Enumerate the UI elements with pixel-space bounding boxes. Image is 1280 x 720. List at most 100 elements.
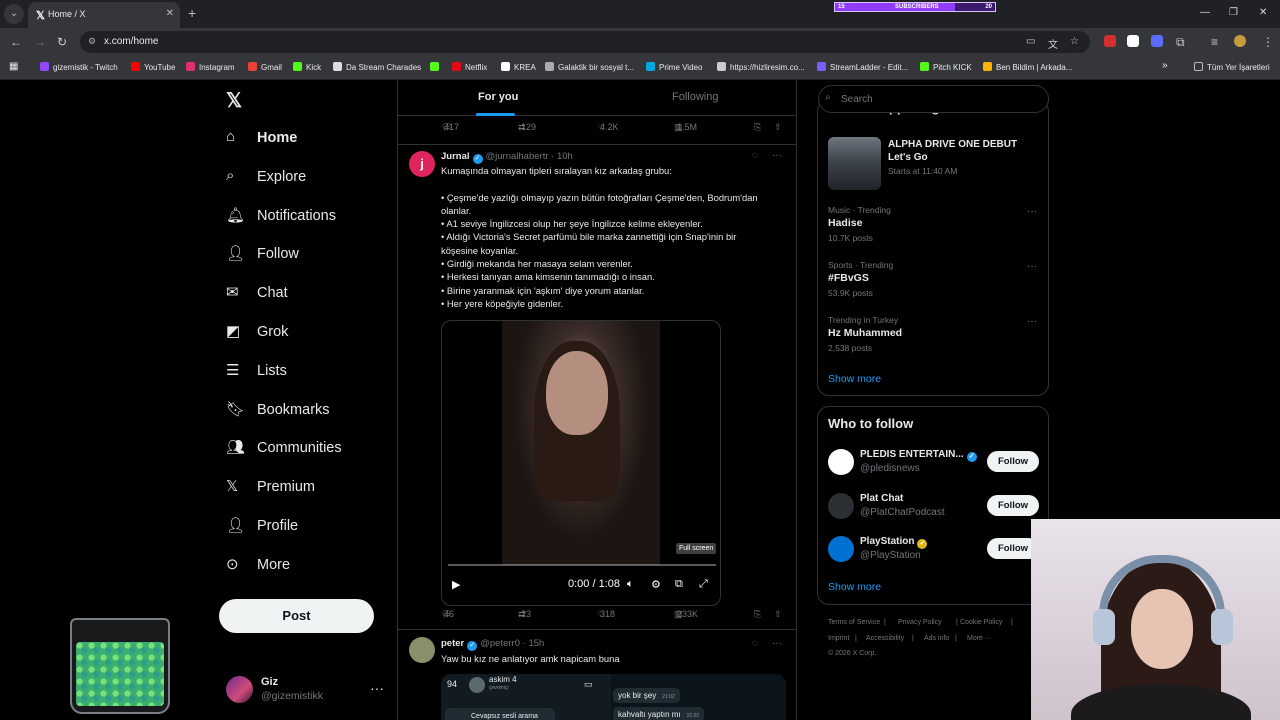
bookmark-item[interactable]: gizemistik - Twitch (40, 62, 118, 72)
bookmark-item[interactable]: Gmail (248, 62, 282, 72)
footer-link[interactable]: Privacy Policy (898, 619, 942, 626)
avatar[interactable]: j (409, 151, 435, 177)
restore-icon[interactable]: ❐ (1229, 7, 1238, 18)
star-icon[interactable]: ☆ (1070, 36, 1079, 47)
tab-for-you[interactable]: For you (478, 91, 518, 103)
follow-button[interactable]: Follow (987, 494, 1039, 516)
avatar[interactable] (828, 536, 854, 562)
avatar[interactable] (409, 637, 435, 663)
profile-avatar-icon[interactable] (1234, 35, 1246, 47)
more-icon[interactable]: ··· (1027, 261, 1037, 272)
like-button[interactable]: ♡ 4.2K (597, 122, 619, 132)
suggestion-name[interactable]: PLEDIS ENTERTAIN... ✓ (860, 449, 980, 462)
trend-name[interactable]: Hz Muhammed (828, 327, 902, 339)
nav-item-notifications[interactable]: 🔔︎ Notifications (224, 200, 384, 234)
grok-icon[interactable]: ◌ (752, 150, 758, 161)
bookmark-item[interactable]: Ben Bildim | Arkada... (983, 62, 1072, 72)
avatar[interactable] (828, 492, 854, 519)
like-button[interactable]: ♡ 318 (597, 609, 615, 619)
event-image[interactable] (828, 137, 881, 190)
share-icon[interactable]: ⇧ (774, 122, 782, 133)
trend-name[interactable]: Hadise (828, 217, 862, 229)
repost-button[interactable]: ⇄ 129 (518, 122, 536, 132)
settings-icon[interactable]: ⚙ (651, 578, 661, 591)
bookmark-item[interactable]: https://hizliresim.co... (717, 62, 805, 72)
tweet-time[interactable]: 15h (528, 638, 544, 649)
apps-icon[interactable]: ▦ (9, 61, 18, 72)
nav-item-more[interactable]: ⊙ More (224, 549, 384, 583)
video-progress-bar[interactable] (448, 564, 716, 566)
nav-item-home[interactable]: ⌂ Home (224, 122, 384, 156)
video-player[interactable]: ▶ 0:00 / 1:08 🔈︎ ⚙ ⧉ ⤢ Full screen (441, 320, 721, 606)
more-icon[interactable]: ··· (772, 150, 782, 161)
footer-link[interactable]: Terms of Service (828, 619, 880, 626)
bookmark-icon[interactable]: ⎘ (754, 609, 761, 620)
new-tab-icon[interactable]: + (188, 5, 196, 21)
more-icon[interactable]: ··· (1027, 316, 1037, 327)
show-more-link[interactable]: Show more (828, 581, 881, 593)
nav-item-bookmarks[interactable]: 🔖︎ Bookmarks (224, 394, 384, 428)
more-icon[interactable]: ··· (772, 638, 782, 649)
post-button[interactable]: Post (219, 599, 374, 633)
author-handle[interactable]: @peterr0 (480, 638, 520, 649)
url-text[interactable]: x.com/home (104, 36, 158, 47)
account-switcher[interactable]: Giz @gizemistikk ··· (226, 672, 386, 706)
tab-following[interactable]: Following (672, 91, 718, 103)
follow-button[interactable]: Follow (987, 451, 1039, 472)
views-button[interactable]: ▥ 233K (674, 609, 698, 619)
footer-link[interactable]: Imprint (828, 635, 849, 642)
tab-search-icon[interactable]: ⌄ (4, 4, 24, 24)
reply-button[interactable]: 💬︎ 417 (441, 122, 459, 132)
nav-item-follow[interactable]: 👤︎ Follow (224, 238, 384, 272)
bookmark-item[interactable]: Netflix (452, 62, 487, 72)
bookmark-item[interactable]: Da Stream Charades (333, 62, 421, 72)
bookmark-item[interactable]: Prime Video (646, 62, 702, 72)
media-icon[interactable]: ≡ (1211, 35, 1218, 49)
author-name[interactable]: peter (441, 638, 464, 649)
site-info-icon[interactable]: ⚙ (88, 36, 96, 47)
volume-icon[interactable]: 🔈︎ (627, 578, 634, 591)
fullscreen-icon[interactable]: ⤢ (699, 578, 708, 591)
footer-link[interactable]: Cookie Policy (960, 619, 1002, 626)
install-icon[interactable]: ▭ (1026, 36, 1035, 47)
suggestion-name[interactable]: Plat Chat (860, 493, 903, 504)
reload-icon[interactable]: ↻ (57, 35, 67, 49)
nav-item-explore[interactable]: ⌕ Explore (224, 161, 384, 195)
search-input[interactable] (818, 85, 1049, 113)
footer-link[interactable]: © 2026 X Corp. (828, 650, 876, 657)
close-tab-icon[interactable]: ✕ (166, 8, 174, 19)
back-icon[interactable]: ← (10, 35, 22, 49)
reply-button[interactable]: 💬︎ 46 (441, 609, 454, 619)
grok-icon[interactable]: ◌ (752, 638, 758, 649)
all-bookmarks[interactable]: Tüm Yer İşaretleri (1194, 62, 1270, 72)
footer-link[interactable]: More ··· (967, 635, 992, 642)
suggestion-name[interactable]: PlayStation ✓ (860, 536, 930, 549)
extension-icon[interactable] (1127, 35, 1139, 47)
nav-item-grok[interactable]: ◩ Grok (224, 316, 384, 350)
bookmark-item[interactable]: Pitch KICK (920, 62, 972, 72)
bookmark-icon[interactable]: ⎘ (754, 122, 761, 133)
bookmark-item[interactable]: KREA (501, 62, 536, 72)
tweet-image[interactable]: 94 askim 4 çevrimiçi ▭ Cevapsız sesli ar… (441, 674, 786, 720)
more-dots-icon[interactable]: ··· (370, 680, 384, 696)
extension-icon[interactable] (1151, 35, 1163, 47)
nav-item-profile[interactable]: 👤︎ Profile (224, 510, 384, 544)
nav-item-communities[interactable]: 👥︎ Communities (224, 432, 384, 466)
bookmark-item[interactable]: StreamLadder - Edit... (817, 62, 908, 72)
share-icon[interactable]: ⇧ (774, 609, 782, 620)
bookmark-item[interactable]: YouTube (131, 62, 175, 72)
more-icon[interactable]: ··· (1027, 206, 1037, 217)
footer-link[interactable]: Accessibility (866, 635, 904, 642)
event-title[interactable]: ALPHA DRIVE ONE DEBUT (888, 139, 1017, 150)
extension-icon[interactable] (1104, 35, 1116, 47)
footer-link[interactable]: Ads info (924, 635, 949, 642)
nav-item-lists[interactable]: ☰ Lists (224, 355, 384, 389)
x-logo-icon[interactable]: 𝕏 (226, 88, 242, 113)
tweet-time[interactable]: 10h (557, 151, 573, 162)
event-subtitle[interactable]: Let's Go (888, 152, 928, 163)
translate-icon[interactable]: 文 (1048, 36, 1058, 51)
bookmark-item[interactable]: Kick (293, 62, 321, 72)
bookmark-item[interactable]: Galaktik bir sosyal t... (545, 62, 634, 72)
puzzle-icon[interactable]: ⧉ (1176, 35, 1185, 50)
trend-name[interactable]: #FBvGS (828, 272, 869, 284)
